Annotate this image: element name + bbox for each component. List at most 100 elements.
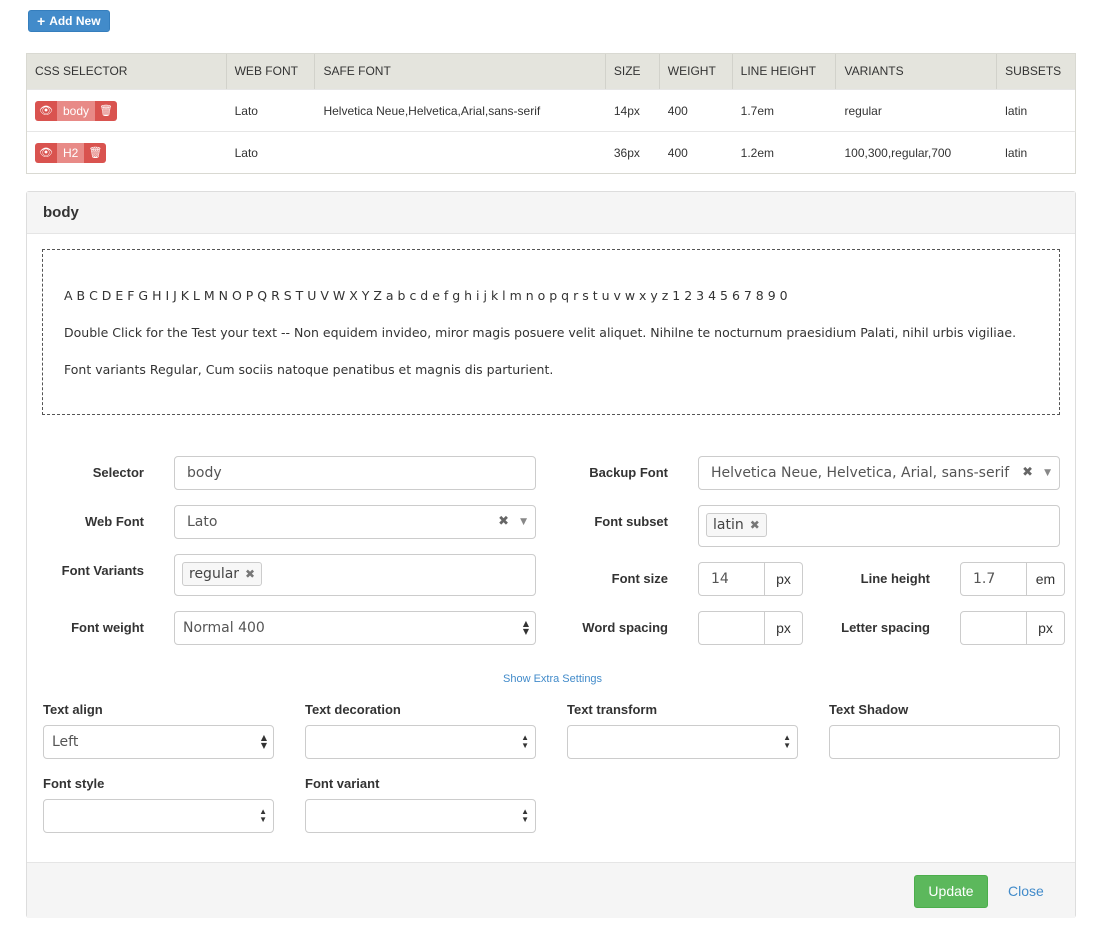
cell-web-font: Lato xyxy=(234,145,258,160)
cell-safe-font: Helvetica Neue,Helvetica,Arial,sans-seri… xyxy=(323,103,541,118)
preview-test-text[interactable]: Double Click for the Test your text -- N… xyxy=(64,325,1016,340)
text-align-select[interactable]: Left ▲ ▼ xyxy=(43,725,274,759)
cell-line-height: 1.2em xyxy=(740,145,775,160)
updown-icon: ▲ ▼ xyxy=(522,619,529,636)
cell-subsets: latin xyxy=(1005,145,1028,160)
selector-name[interactable]: H2 xyxy=(57,142,85,163)
text-shadow-input[interactable] xyxy=(829,725,1060,759)
updown-icon: ▲ ▼ xyxy=(521,807,529,824)
text-align-value: Left xyxy=(52,734,79,750)
word-spacing-input[interactable] xyxy=(698,611,765,645)
clear-icon[interactable]: ✖ xyxy=(498,506,509,538)
font-size-unit: px xyxy=(765,562,803,596)
variant-chip-label: regular xyxy=(189,566,240,582)
backup-font-select[interactable]: Helvetica Neue, Helvetica, Arial, sans-s… xyxy=(698,456,1060,490)
web-font-select[interactable]: Lato ✖ ▼ xyxy=(174,505,536,539)
cell-weight: 400 xyxy=(667,103,688,118)
col-size: SIZE xyxy=(606,54,660,89)
chevron-down-icon: ▼ xyxy=(1044,468,1051,478)
backup-font-value: Helvetica Neue, Helvetica, Arial, sans-s… xyxy=(711,465,1010,481)
cell-web-font: Lato xyxy=(234,103,258,118)
show-extra-settings-link[interactable]: Show Extra Settings xyxy=(503,673,602,685)
line-height-unit: em xyxy=(1027,562,1065,596)
preview-alphabet: A B C D E F G H I J K L M N O P Q R S T … xyxy=(64,288,788,303)
font-edit-panel: body A B C D E F G H I J K L M N O P Q R… xyxy=(26,191,1076,918)
font-weight-value: Normal 400 xyxy=(183,620,265,636)
text-transform-select[interactable]: ▲ ▼ xyxy=(567,725,798,759)
line-height-label: Line height xyxy=(860,571,930,586)
text-shadow-label: Text Shadow xyxy=(829,702,909,717)
subset-chip-label: latin xyxy=(713,517,744,533)
font-style-label: Font style xyxy=(43,776,105,791)
close-link[interactable]: Close xyxy=(1008,883,1044,899)
panel-footer: Update Close xyxy=(27,862,1075,918)
font-preview[interactable]: A B C D E F G H I J K L M N O P Q R S T … xyxy=(42,249,1060,415)
update-button[interactable]: Update xyxy=(914,875,988,908)
add-new-button[interactable]: + Add New xyxy=(28,10,110,32)
preview-variants-text: Font variants Regular, Cum sociis natoqu… xyxy=(64,362,554,377)
selector-tag-body: 👁 body 🗑 xyxy=(35,100,118,121)
clear-icon[interactable]: ✖ xyxy=(1022,457,1033,489)
font-variant-label: Font variant xyxy=(305,776,380,791)
web-font-value: Lato xyxy=(187,514,218,530)
cell-weight: 400 xyxy=(667,145,688,160)
eye-icon[interactable]: 👁 xyxy=(35,142,57,163)
updown-icon: ▲ ▼ xyxy=(521,733,529,750)
cell-variants: regular xyxy=(844,103,882,118)
col-safe-font: SAFE FONT xyxy=(315,54,606,89)
add-new-label: Add New xyxy=(49,13,101,28)
col-css-selector: CSS SELECTOR xyxy=(27,54,227,89)
word-spacing-unit: px xyxy=(765,611,803,645)
selector-tag-h2: 👁 H2 🗑 xyxy=(35,142,107,163)
font-subset-label: Font subset xyxy=(594,514,668,529)
letter-spacing-input[interactable] xyxy=(960,611,1027,645)
font-size-input[interactable]: 14 xyxy=(698,562,765,596)
eye-icon[interactable]: 👁 xyxy=(35,100,57,121)
cell-variants: 100,300,regular,700 xyxy=(844,145,952,160)
font-size-label: Font size xyxy=(611,571,668,586)
plus-icon: + xyxy=(37,13,46,29)
font-style-select[interactable]: ▲ ▼ xyxy=(43,799,274,833)
panel-title: body xyxy=(43,204,79,221)
remove-icon[interactable]: ✖ xyxy=(245,567,255,581)
updown-icon: ▲ ▼ xyxy=(259,807,267,824)
col-line-height: LINE HEIGHT xyxy=(733,54,837,89)
col-weight: WEIGHT xyxy=(660,54,733,89)
updown-icon: ▲ ▼ xyxy=(260,733,267,750)
cell-size: 14px xyxy=(613,103,640,118)
trash-icon[interactable]: 🗑 xyxy=(84,142,107,163)
font-weight-label: Font weight xyxy=(71,620,144,635)
col-subsets: SUBSETS xyxy=(1005,64,1062,78)
table-row[interactable]: 👁 H2 🗑 Lato 36px 400 1.2em 100,300,regul… xyxy=(27,131,1075,173)
variant-chip: regular ✖ xyxy=(182,562,263,586)
selector-input[interactable]: body xyxy=(174,456,536,490)
text-transform-label: Text transform xyxy=(567,702,658,717)
text-align-label: Text align xyxy=(43,702,103,717)
cell-size: 36px xyxy=(613,145,640,160)
font-variant-select[interactable]: ▲ ▼ xyxy=(305,799,536,833)
remove-icon[interactable]: ✖ xyxy=(750,518,760,532)
cell-subsets: latin xyxy=(1005,103,1028,118)
table-row[interactable]: 👁 body 🗑 Lato Helvetica Neue,Helvetica,A… xyxy=(27,89,1075,131)
selector-label: Selector xyxy=(92,465,144,480)
table-header: CSS SELECTOR WEB FONT SAFE FONT SIZE WEI… xyxy=(27,54,1075,89)
cell-line-height: 1.7em xyxy=(740,103,775,118)
line-height-input[interactable]: 1.7 xyxy=(960,562,1027,596)
subset-chip: latin ✖ xyxy=(706,513,767,537)
text-decoration-label: Text decoration xyxy=(305,702,401,717)
panel-header: body xyxy=(27,192,1075,234)
updown-icon: ▲ ▼ xyxy=(783,733,791,750)
font-weight-select[interactable]: Normal 400 ▲ ▼ xyxy=(174,611,536,645)
chevron-down-icon: ▼ xyxy=(520,517,527,527)
web-font-label: Web Font xyxy=(85,514,144,529)
font-variants-label: Font Variants xyxy=(61,563,144,578)
col-web-font: WEB FONT xyxy=(227,54,316,89)
backup-font-label: Backup Font xyxy=(589,465,668,480)
text-decoration-select[interactable]: ▲ ▼ xyxy=(305,725,536,759)
letter-spacing-unit: px xyxy=(1027,611,1065,645)
selector-name[interactable]: body xyxy=(57,100,96,121)
letter-spacing-label: Letter spacing xyxy=(841,620,930,635)
trash-icon[interactable]: 🗑 xyxy=(95,100,118,121)
col-variants: VARIANTS xyxy=(836,54,998,89)
fonts-table: CSS SELECTOR WEB FONT SAFE FONT SIZE WEI… xyxy=(26,53,1076,174)
